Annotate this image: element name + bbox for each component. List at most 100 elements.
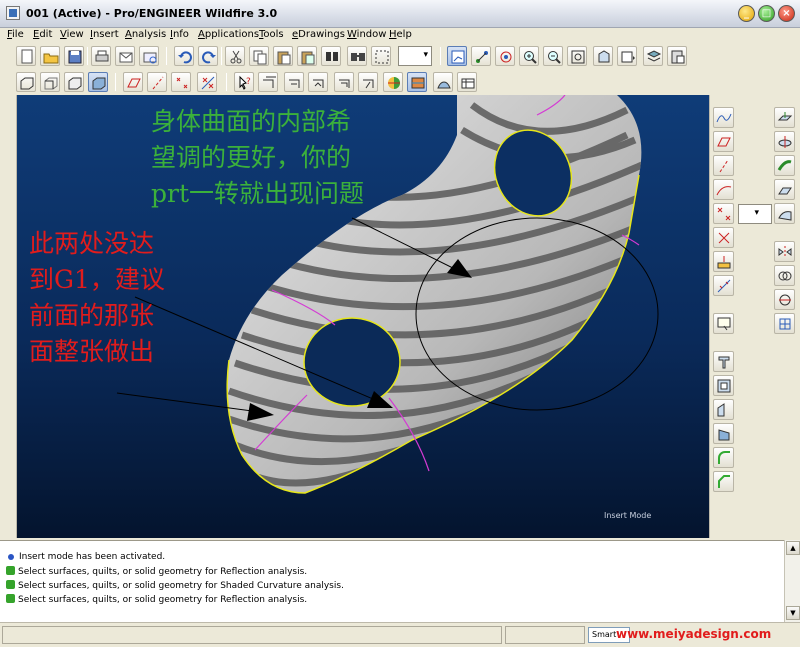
hide-all-icon[interactable] (457, 72, 477, 92)
datum-planes-icon[interactable] (123, 72, 143, 92)
menu-edit[interactable]: Edit (33, 29, 52, 40)
menu-analysis[interactable]: Analysis (125, 29, 166, 40)
paste-special-icon[interactable] (297, 46, 317, 66)
annotation-red-line: 前面的那张 (29, 301, 155, 330)
menu-tools[interactable]: Tools (259, 29, 284, 40)
zoom-out-icon[interactable] (543, 46, 563, 66)
boundary-icon[interactable] (774, 203, 795, 224)
rib-icon[interactable] (713, 399, 734, 420)
menu-info[interactable]: Info (170, 29, 189, 40)
analysis-feature-icon[interactable] (713, 251, 734, 272)
extrude-icon[interactable] (774, 107, 795, 128)
menu-applications[interactable]: Applications (198, 29, 259, 40)
whats-this-icon[interactable]: ? (234, 72, 254, 92)
view-toolbar: ? (0, 69, 800, 95)
refit-icon[interactable] (567, 46, 587, 66)
menu-insert[interactable]: Insert (90, 29, 119, 40)
copy-icon[interactable] (249, 46, 269, 66)
datum-dropdown[interactable] (738, 204, 772, 224)
cut-icon[interactable] (225, 46, 245, 66)
hole-icon[interactable] (713, 351, 734, 372)
menu-help[interactable]: Help (389, 29, 412, 40)
window-title: 001 (Active) - Pro/ENGINEER Wildfire 3.0 (26, 7, 278, 20)
blend-icon[interactable] (774, 179, 795, 200)
menu-edrawings[interactable]: eDrawings (292, 29, 345, 40)
shell-icon[interactable] (713, 375, 734, 396)
shaded-icon[interactable] (88, 72, 108, 92)
undo-icon[interactable] (174, 46, 194, 66)
datum-axes-icon[interactable] (147, 72, 167, 92)
render-icon[interactable] (258, 72, 278, 92)
copy-feature-icon[interactable] (713, 313, 734, 334)
print-icon[interactable] (91, 46, 111, 66)
close-button[interactable]: × (778, 5, 795, 22)
datum-points-icon[interactable] (471, 46, 491, 66)
spin-center-icon[interactable] (495, 46, 515, 66)
curvature-icon[interactable] (308, 72, 328, 92)
csys-icon[interactable] (713, 227, 734, 248)
left-splitter[interactable] (0, 95, 17, 538)
open-icon[interactable] (40, 46, 60, 66)
revolve-icon[interactable] (774, 131, 795, 152)
point-icon[interactable] (713, 203, 734, 224)
graph-icon[interactable] (713, 275, 734, 296)
curve-icon[interactable] (713, 179, 734, 200)
scroll-up-button[interactable]: ▲ (786, 541, 800, 555)
prompt-arrow-icon (6, 566, 15, 575)
section-icon[interactable] (334, 72, 354, 92)
find-icon[interactable] (321, 46, 341, 66)
model-tree-icon[interactable] (667, 46, 687, 66)
svg-text:?: ? (246, 77, 251, 87)
minimize-button[interactable]: _ (738, 5, 755, 22)
wireframe-icon[interactable] (16, 72, 36, 92)
axis-icon[interactable] (713, 155, 734, 176)
csys-display-icon[interactable] (197, 72, 217, 92)
trim-icon[interactable] (774, 289, 795, 310)
saved-views-icon[interactable] (617, 46, 637, 66)
app-icon[interactable] (6, 6, 20, 20)
shaded-curvature-icon[interactable] (407, 72, 427, 92)
find-in-model-icon[interactable] (347, 46, 367, 66)
zoom-in-icon[interactable] (519, 46, 539, 66)
graphics-window[interactable]: 身体曲面的内部希 望调的更好，你的 prt一转就出现问题 此两处没达 到G1，建… (17, 95, 709, 538)
mode-label: Insert Mode (604, 511, 652, 520)
chamfer-icon[interactable] (713, 471, 734, 492)
selection-dropdown[interactable] (398, 46, 432, 66)
no-hidden-icon[interactable] (64, 72, 84, 92)
select-box-icon[interactable] (371, 46, 391, 66)
hidden-line-icon[interactable] (40, 72, 60, 92)
scroll-down-button[interactable]: ▼ (786, 606, 800, 620)
new-icon[interactable] (16, 46, 36, 66)
point-display-icon[interactable] (171, 72, 191, 92)
analysis-icon[interactable] (284, 72, 304, 92)
menu-view[interactable]: View (60, 29, 84, 40)
reflection-icon[interactable] (383, 72, 403, 92)
saved-analysis-icon[interactable] (433, 72, 453, 92)
title-bar: 001 (Active) - Pro/ENGINEER Wildfire 3.0… (0, 0, 800, 28)
sketch-icon[interactable] (713, 107, 734, 128)
mirror-icon[interactable] (774, 241, 795, 262)
plane-icon[interactable] (713, 131, 734, 152)
prompt-arrow-icon (6, 594, 15, 603)
maximize-button[interactable]: □ (758, 5, 775, 22)
layers-icon[interactable] (643, 46, 663, 66)
save-icon[interactable] (64, 46, 84, 66)
watermark-text: www.meiyadesign.com (616, 627, 772, 641)
draft-icon[interactable] (358, 72, 378, 92)
menu-file[interactable]: File (7, 29, 24, 40)
menu-window[interactable]: Window (347, 29, 386, 40)
pattern-icon[interactable] (774, 313, 795, 334)
email-icon[interactable] (115, 46, 135, 66)
orient-icon[interactable] (593, 46, 613, 66)
round-icon[interactable] (713, 447, 734, 468)
paste-icon[interactable] (273, 46, 293, 66)
draft-feature-icon[interactable] (713, 423, 734, 444)
sweep-icon[interactable] (774, 155, 795, 176)
redo-icon[interactable] (198, 46, 218, 66)
merge-icon[interactable] (774, 265, 795, 286)
datum-display-icon[interactable] (447, 46, 467, 66)
annotation-green-line: 身体曲面的内部希 (151, 107, 352, 136)
email-link-icon[interactable] (139, 46, 159, 66)
message-scrollbar[interactable]: ▲ ▼ (784, 540, 800, 622)
status-field (2, 626, 502, 644)
